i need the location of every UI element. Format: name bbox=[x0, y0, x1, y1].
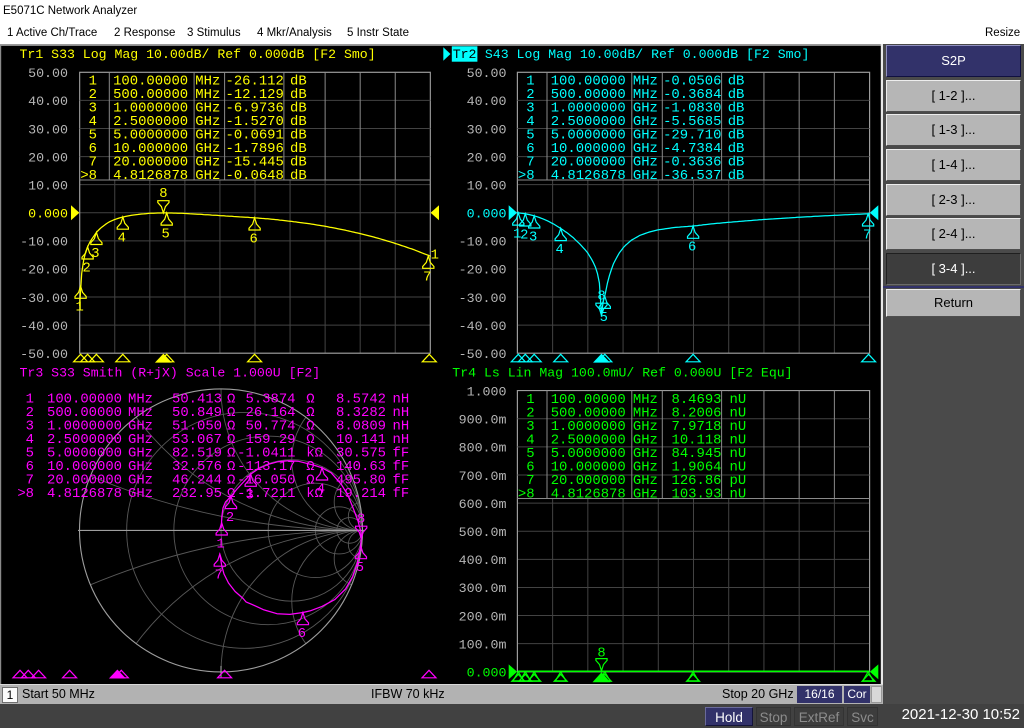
svg-text:GHz: GHz bbox=[633, 168, 658, 184]
svg-text:4.8126878: 4.8126878 bbox=[551, 486, 626, 502]
svg-text:-0.0648: -0.0648 bbox=[226, 168, 284, 184]
svg-text:GHz: GHz bbox=[633, 486, 658, 502]
svg-text:1: 1 bbox=[431, 248, 439, 263]
svg-text:8: 8 bbox=[357, 513, 365, 528]
svg-text:100.0m: 100.0m bbox=[459, 638, 507, 653]
svg-text:50.00: 50.00 bbox=[467, 66, 507, 81]
svg-text:50.00: 50.00 bbox=[28, 66, 68, 81]
svg-text:-20.00: -20.00 bbox=[459, 263, 507, 278]
svg-text:400.0m: 400.0m bbox=[459, 553, 507, 568]
svg-text:7: 7 bbox=[863, 228, 871, 243]
svg-text:-36.537: -36.537 bbox=[663, 168, 721, 184]
svg-text:8: 8 bbox=[159, 187, 167, 202]
svg-text:4: 4 bbox=[118, 232, 126, 247]
svg-text:4.8126878: 4.8126878 bbox=[113, 168, 188, 184]
svg-text:103.93: 103.93 bbox=[671, 486, 721, 502]
svg-text:>8: >8 bbox=[17, 486, 34, 502]
svg-text:1: 1 bbox=[75, 301, 83, 316]
svg-text:4.8126878: 4.8126878 bbox=[47, 486, 122, 502]
svg-text:>8: >8 bbox=[518, 486, 535, 502]
svg-text:nU: nU bbox=[730, 486, 747, 502]
svg-text:10.00: 10.00 bbox=[28, 179, 68, 194]
svg-text:300.0m: 300.0m bbox=[459, 581, 507, 596]
svg-text:>8: >8 bbox=[80, 168, 97, 184]
svg-text:4: 4 bbox=[317, 482, 325, 497]
svg-text:Tr2: Tr2 bbox=[453, 47, 477, 62]
svg-text:Tr3 S33 Smith (R+jX) Scale 1.0: Tr3 S33 Smith (R+jX) Scale 1.000U [F2] bbox=[20, 366, 321, 381]
svg-text:700.0m: 700.0m bbox=[459, 469, 507, 484]
svg-text:2: 2 bbox=[82, 261, 90, 276]
svg-text:30.00: 30.00 bbox=[28, 122, 68, 137]
svg-text:30.00: 30.00 bbox=[467, 122, 507, 137]
svg-text:800.0m: 800.0m bbox=[459, 441, 507, 456]
svg-text:3: 3 bbox=[246, 489, 254, 504]
svg-text:Tr1 S33 Log Mag 10.00dB/ Ref 0: Tr1 S33 Log Mag 10.00dB/ Ref 0.000dB [F2… bbox=[20, 47, 376, 62]
svg-text:20.00: 20.00 bbox=[28, 150, 68, 165]
svg-text:5: 5 bbox=[356, 561, 364, 576]
svg-text:-10.00: -10.00 bbox=[20, 235, 68, 250]
svg-text:6: 6 bbox=[249, 232, 257, 247]
svg-text:232.95: 232.95 bbox=[172, 486, 222, 502]
svg-text:40.00: 40.00 bbox=[28, 94, 68, 109]
svg-text:20.00: 20.00 bbox=[467, 150, 507, 165]
svg-text:200.0m: 200.0m bbox=[459, 609, 507, 624]
svg-text:6: 6 bbox=[688, 241, 696, 256]
svg-text:-50.00: -50.00 bbox=[20, 347, 68, 362]
svg-text:Tr4 Ls Lin Mag 100.0mU/ Ref 0.: Tr4 Ls Lin Mag 100.0mU/ Ref 0.000U [F2 E… bbox=[452, 366, 792, 381]
svg-text:4: 4 bbox=[556, 243, 564, 258]
svg-text:3: 3 bbox=[529, 230, 537, 245]
svg-text:S43 Log Mag 10.00dB/ Ref 0.000: S43 Log Mag 10.00dB/ Ref 0.000dB [F2 Smo… bbox=[485, 47, 809, 62]
svg-text:-30.00: -30.00 bbox=[20, 291, 68, 306]
svg-text:900.0m: 900.0m bbox=[459, 413, 507, 428]
svg-text:8: 8 bbox=[597, 646, 605, 661]
svg-text:600.0m: 600.0m bbox=[459, 497, 507, 512]
svg-text:3: 3 bbox=[91, 247, 99, 262]
svg-text:40.00: 40.00 bbox=[467, 94, 507, 109]
svg-text:GHz: GHz bbox=[195, 168, 220, 184]
svg-text:7: 7 bbox=[215, 569, 223, 584]
svg-text:1: 1 bbox=[217, 537, 225, 552]
svg-text:5: 5 bbox=[162, 228, 170, 243]
svg-text:dB: dB bbox=[290, 168, 307, 184]
svg-text:0.000: 0.000 bbox=[28, 207, 68, 222]
svg-text:>8: >8 bbox=[518, 168, 535, 184]
svg-text:-50.00: -50.00 bbox=[459, 347, 507, 362]
svg-text:dB: dB bbox=[728, 168, 745, 184]
svg-text:2: 2 bbox=[520, 228, 528, 243]
svg-text:-40.00: -40.00 bbox=[459, 319, 507, 334]
svg-text:-40.00: -40.00 bbox=[20, 319, 68, 334]
svg-text:-20.00: -20.00 bbox=[20, 263, 68, 278]
svg-text:-30.00: -30.00 bbox=[459, 291, 507, 306]
svg-text:-10.00: -10.00 bbox=[459, 235, 507, 250]
svg-text:10.00: 10.00 bbox=[467, 179, 507, 194]
svg-text:6: 6 bbox=[298, 627, 306, 642]
svg-text:4.8126878: 4.8126878 bbox=[551, 168, 626, 184]
svg-text:2: 2 bbox=[226, 511, 234, 526]
svg-text:0.000: 0.000 bbox=[467, 207, 507, 222]
svg-text:0.000: 0.000 bbox=[467, 666, 507, 681]
svg-text:fF: fF bbox=[393, 486, 410, 502]
svg-text:GHz: GHz bbox=[128, 486, 153, 502]
svg-text:1.000: 1.000 bbox=[467, 384, 507, 399]
svg-text:500.0m: 500.0m bbox=[459, 525, 507, 540]
svg-text:7: 7 bbox=[423, 271, 431, 286]
svg-text:8: 8 bbox=[597, 290, 605, 305]
